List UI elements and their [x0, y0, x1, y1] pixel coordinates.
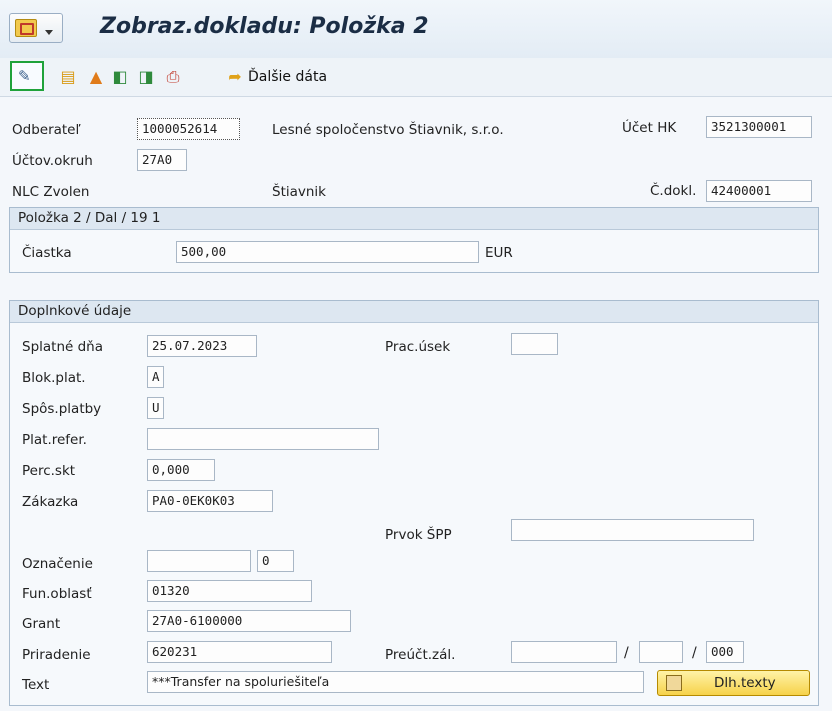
customer-field[interactable]: 1000052614: [137, 118, 240, 140]
gl-account-field[interactable]: 3521300001: [706, 116, 812, 138]
display-change-button[interactable]: ✎: [10, 61, 44, 91]
reconciliation-field-1[interactable]: [511, 641, 617, 663]
wbs-label: Prvok ŠPP: [385, 527, 452, 543]
marking-field[interactable]: [147, 550, 251, 572]
window-title: Zobraz.dokladu: Položka 2: [100, 14, 429, 39]
system-menu-button[interactable]: [9, 13, 63, 43]
document-number-label: Č.dokl.: [650, 183, 697, 199]
additional-data-title: Doplnkové údaje: [10, 301, 818, 323]
payment-method-field[interactable]: U: [147, 397, 164, 419]
grant-field[interactable]: 27A0-6100000: [147, 610, 351, 632]
city-left: NLC Zvolen: [12, 184, 90, 200]
gl-account-label: Účet HK: [622, 120, 677, 136]
slash-separator-2: /: [692, 645, 697, 661]
long-texts-icon: [666, 675, 682, 691]
company-code-field[interactable]: 27A0: [137, 149, 187, 171]
reconciliation-label: Preúčt.zál.: [385, 647, 456, 663]
application-toolbar: ✎ ▤ ▲ ◧ ◨ ⎙ ➦ Ďalšie dáta: [0, 58, 832, 97]
previous-icon[interactable]: ◧: [110, 67, 130, 87]
additional-data-group: Doplnkové údaje: [9, 300, 819, 706]
display-change-icon: ✎: [18, 67, 31, 85]
overview-icon[interactable]: ▲: [86, 67, 106, 87]
wbs-field[interactable]: [511, 519, 754, 541]
assignment-label: Priradenie: [22, 647, 91, 663]
header-icon[interactable]: ▤: [58, 67, 78, 87]
company-code-label: Účtov.okruh: [12, 153, 93, 169]
marking-field-2[interactable]: 0: [257, 550, 294, 572]
marking-label: Označenie: [22, 556, 93, 572]
long-texts-button[interactable]: Dlh.texty: [657, 670, 810, 696]
functional-area-field[interactable]: 01320: [147, 580, 312, 602]
payment-block-field[interactable]: A: [147, 366, 164, 388]
payment-reference-field[interactable]: [147, 428, 379, 450]
next-icon[interactable]: ◨: [136, 67, 156, 87]
reconciliation-field-3[interactable]: 000: [706, 641, 744, 663]
item-group-title: Položka 2 / Dal / 19 1: [10, 208, 818, 230]
discount-field[interactable]: 0,000: [147, 459, 215, 481]
customer-label: Odberateľ: [12, 122, 81, 138]
business-area-field[interactable]: [511, 333, 558, 355]
additional-data-button[interactable]: Ďalšie dáta: [248, 69, 327, 85]
title-bar: Zobraz.dokladu: Položka 2: [0, 0, 832, 59]
chevron-down-icon: [45, 30, 53, 35]
discount-label: Perc.skt: [22, 463, 76, 479]
print-icon[interactable]: ⎙: [163, 67, 183, 87]
additional-data-icon[interactable]: ➦: [225, 67, 245, 87]
business-area-label: Prac.úsek: [385, 339, 451, 355]
payment-reference-label: Plat.refer.: [22, 432, 87, 448]
text-field[interactable]: ***Transfer na spoluriešiteľa: [147, 671, 644, 693]
long-texts-label: Dlh.texty: [714, 675, 776, 691]
functional-area-label: Fun.oblasť: [22, 586, 92, 602]
due-date-label: Splatné dňa: [22, 339, 104, 355]
payment-block-label: Blok.plat.: [22, 370, 86, 386]
payment-method-label: Spôs.platby: [22, 401, 102, 417]
currency-label: EUR: [485, 245, 513, 261]
reconciliation-field-2[interactable]: [639, 641, 683, 663]
city-right: Štiavnik: [272, 184, 326, 200]
slash-separator-1: /: [624, 645, 629, 661]
amount-label: Čiastka: [22, 245, 72, 261]
item-group: Položka 2 / Dal / 19 1: [9, 207, 819, 273]
order-label: Zákazka: [22, 494, 79, 510]
assignment-field[interactable]: 620231: [147, 641, 332, 663]
due-date-field[interactable]: 25.07.2023: [147, 335, 257, 357]
menu-icon: [15, 19, 37, 37]
grant-label: Grant: [22, 616, 61, 632]
customer-name: Lesné spoločenstvo Štiavnik, s.r.o.: [272, 122, 504, 138]
order-field[interactable]: PA0-0EK0K03: [147, 490, 273, 512]
amount-field[interactable]: 500,00: [176, 241, 479, 263]
document-number-field[interactable]: 42400001: [706, 180, 812, 202]
text-label: Text: [22, 677, 50, 693]
